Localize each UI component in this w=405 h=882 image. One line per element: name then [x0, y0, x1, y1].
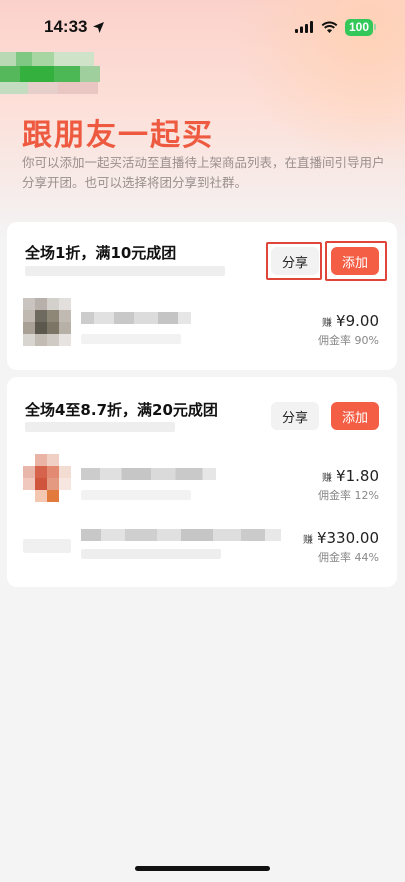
product-thumbnail — [23, 298, 71, 346]
product-price: 赚 ¥9.00 — [322, 312, 379, 330]
page-description: 你可以添加一起买活动至直播待上架商品列表，在直播间引导用户分享开团。也可以选择将… — [22, 155, 385, 190]
group-buy-title: 全场4至8.7折，满20元成团 — [25, 401, 218, 419]
battery-indicator: 100 — [344, 18, 377, 36]
earn-label: 赚 — [322, 473, 333, 484]
add-button[interactable]: 添加 — [331, 247, 379, 275]
page-title: 跟朋友一起买 — [22, 118, 214, 153]
commission-rate: 佣金率 44% — [318, 551, 379, 564]
blurred-subtitle — [25, 422, 175, 432]
blurred-product-detail — [81, 334, 181, 344]
blurred-product-name — [81, 529, 281, 541]
time-text: 14:33 — [44, 17, 88, 36]
status-bar: 14:33 100 — [0, 0, 405, 54]
status-indicators: 100 — [294, 18, 377, 37]
add-button[interactable]: 添加 — [331, 402, 379, 430]
group-buy-card: 全场1折，满10元成团 分享 添加 赚 ¥9.00 佣金率 90% — [7, 222, 397, 370]
group-buy-card: 全场4至8.7折，满20元成团 分享 添加 赚 ¥1.80 佣金率 12% 赚 ¥3… — [7, 377, 397, 587]
blurred-subtitle — [25, 266, 225, 276]
product-price: 赚 ¥1.80 — [322, 467, 379, 485]
blurred-product-name — [81, 468, 216, 480]
blurred-product-detail — [81, 549, 221, 559]
blurred-product-name — [81, 312, 191, 324]
price-value: ¥9.00 — [336, 312, 379, 330]
share-button[interactable]: 分享 — [271, 402, 319, 430]
price-value: ¥1.80 — [336, 467, 379, 485]
price-value: ¥330.00 — [316, 529, 379, 547]
wifi-icon — [321, 18, 338, 37]
blurred-product-detail — [81, 490, 191, 500]
commission-rate: 佣金率 12% — [318, 489, 379, 502]
product-thumbnail — [23, 539, 71, 553]
earn-label: 赚 — [322, 318, 333, 329]
share-button[interactable]: 分享 — [271, 247, 319, 275]
location-arrow-icon — [92, 21, 105, 34]
group-buy-title: 全场1折，满10元成团 — [25, 244, 177, 262]
status-time: 14:33 — [44, 17, 105, 37]
commission-rate: 佣金率 90% — [318, 334, 379, 347]
home-indicator[interactable] — [135, 866, 270, 871]
product-price: 赚 ¥330.00 — [303, 529, 379, 547]
blurred-account-info — [0, 52, 110, 96]
product-thumbnail — [23, 454, 71, 502]
signal-icon — [294, 18, 314, 37]
earn-label: 赚 — [302, 535, 313, 546]
